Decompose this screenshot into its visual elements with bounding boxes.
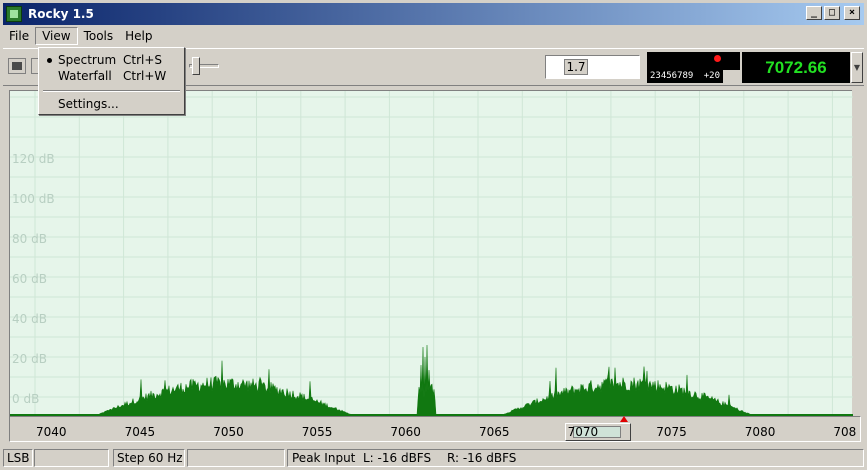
frequency-tick-label: 7040 bbox=[36, 425, 67, 439]
digits-panel[interactable]: 23456789 +20 bbox=[647, 52, 740, 83]
frequency-tick-label: 7065 bbox=[479, 425, 510, 439]
frequency-tick-label: 7075 bbox=[656, 425, 687, 439]
step-status: Step 60 Hz bbox=[113, 449, 185, 467]
frequency-display[interactable]: 7072.66 bbox=[742, 52, 850, 83]
menu-item-spectrum[interactable]: Spectrum Ctrl+S bbox=[41, 52, 182, 68]
tuning-marker-icon[interactable] bbox=[620, 416, 628, 422]
menu-bar: File View Tools Help bbox=[3, 26, 864, 46]
spectrum-plot: 120 dB 100 dB 80 dB 60 dB 40 dB 20 dB 0 dB bbox=[10, 91, 853, 417]
checked-bullet-icon bbox=[47, 58, 52, 63]
maximize-button[interactable]: □ bbox=[824, 6, 840, 20]
app-window: Rocky 1.5 _ □ × File View Tools Help 1.7… bbox=[0, 0, 867, 470]
frequency-tick-label: 7070 bbox=[567, 425, 599, 439]
frequency-tick-label: 7045 bbox=[124, 425, 156, 439]
menu-tools[interactable]: Tools bbox=[78, 28, 120, 44]
digits-corner bbox=[723, 70, 740, 83]
value-display: 1.7 bbox=[564, 59, 588, 75]
frequency-axis[interactable]: 7040 7045 7050 7055 7060 7065 7070 7075 7080 708 bbox=[9, 416, 861, 442]
menu-item-settings[interactable]: Settings... bbox=[41, 96, 182, 112]
frequency-tick-label: 7080 bbox=[744, 425, 776, 439]
db-label: 60 dB bbox=[12, 272, 47, 286]
view-menu-dropdown: Spectrum Ctrl+S Waterfall Ctrl+W Setting… bbox=[38, 47, 185, 115]
db-label: 0 dB bbox=[12, 392, 39, 406]
title-bar[interactable]: Rocky 1.5 _ □ × bbox=[3, 3, 864, 25]
app-icon[interactable] bbox=[6, 6, 22, 22]
db-label: 100 dB bbox=[12, 192, 55, 206]
peak-label: Peak Input bbox=[292, 451, 356, 465]
close-button[interactable]: × bbox=[844, 6, 860, 20]
audio-device-icon[interactable] bbox=[8, 58, 26, 74]
status-bar: LSB Step 60 Hz Peak Input L: -16 dBFS R:… bbox=[3, 449, 864, 467]
peak-input-status: Peak Input L: -16 dBFS R: -16 dBFS bbox=[287, 449, 864, 467]
spectrum-trace bbox=[10, 344, 853, 416]
menu-file[interactable]: File bbox=[3, 28, 35, 44]
minimize-button[interactable]: _ bbox=[806, 6, 822, 20]
db-label: 120 dB bbox=[12, 152, 55, 166]
menu-separator bbox=[43, 90, 180, 92]
digit-selector: 23456789 bbox=[650, 71, 694, 81]
value-field[interactable]: 1.7 bbox=[545, 55, 640, 79]
db-label: 40 dB bbox=[12, 312, 47, 326]
window-controls: _ □ × bbox=[806, 6, 860, 20]
right-level: R: -16 dBFS bbox=[447, 451, 517, 465]
window-title: Rocky 1.5 bbox=[28, 7, 94, 21]
mode-status: LSB bbox=[3, 449, 33, 467]
menu-help[interactable]: Help bbox=[119, 28, 158, 44]
frequency-tick-label: 7055 bbox=[301, 425, 333, 439]
db-label: 80 dB bbox=[12, 232, 47, 246]
left-level: L: -16 dBFS bbox=[363, 451, 432, 465]
status-pane-empty bbox=[34, 449, 109, 467]
frequency-tick-label: 7050 bbox=[213, 425, 244, 439]
gain-slider-thumb[interactable] bbox=[192, 57, 200, 75]
frequency-tick-label: 708 bbox=[833, 425, 857, 439]
digit-offset: +20 bbox=[703, 71, 720, 81]
status-pane-empty-2 bbox=[187, 449, 285, 467]
spectrum-display[interactable]: 120 dB 100 dB 80 dB 60 dB 40 dB 20 dB 0 dB bbox=[9, 90, 853, 417]
menu-view[interactable]: View bbox=[35, 27, 78, 45]
frequency-spin-button[interactable]: ▼ bbox=[851, 52, 863, 83]
db-label: 20 dB bbox=[12, 352, 47, 366]
frequency-tick-label: 7060 bbox=[390, 425, 421, 439]
menu-item-waterfall[interactable]: Waterfall Ctrl+W bbox=[41, 68, 182, 84]
status-led-icon bbox=[714, 55, 721, 62]
